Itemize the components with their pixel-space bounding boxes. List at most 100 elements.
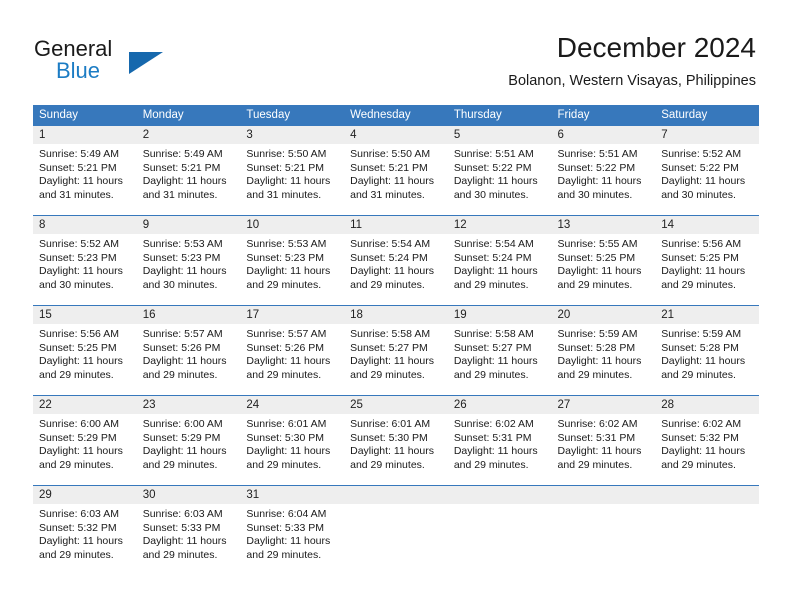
day-cell[interactable]: 5 Sunrise: 5:51 AM Sunset: 5:22 PM Daylight… [447,126,552,216]
daylight-text-line1: Daylight: 11 hours [142,355,227,368]
daylight-text-line1: Daylight: 11 hours [453,265,538,278]
daylight-text-line2: and 29 minutes. [350,368,425,381]
day-cell[interactable]: 24 Sunrise: 6:01 AM Sunset: 5:30 PM Dayligh… [240,395,345,486]
sunrise-text: Sunrise: 5:52 AM [661,148,742,160]
day-number [447,486,552,504]
day-details: Sunrise: 6:02 AM Sunset: 5:32 PM Daylight:… [655,414,759,472]
sunrise-text: Sunrise: 5:53 AM [246,238,327,250]
day-cell[interactable]: 27 Sunrise: 6:02 AM Sunset: 5:31 PM Dayligh… [551,395,656,486]
daylight-text-line2: and 29 minutes. [246,548,322,561]
sunset-text: Sunset: 5:21 PM [246,161,325,174]
day-details: Sunrise: 6:02 AM Sunset: 5:31 PM Daylight:… [448,414,552,472]
daylight-text-line1: Daylight: 11 hours [246,355,331,368]
sunrise-text: Sunrise: 5:58 AM [350,328,431,340]
day-cell[interactable]: 31 Sunrise: 6:04 AM Sunset: 5:33 PM Dayligh… [240,485,345,575]
day-cell[interactable]: 30 Sunrise: 6:03 AM Sunset: 5:33 PM Dayligh… [136,485,241,575]
day-cell[interactable]: 29 Sunrise: 6:03 AM Sunset: 5:32 PM Dayligh… [33,485,137,575]
daylight-text-line2: and 30 minutes. [557,188,633,201]
day-number: 16 [136,306,241,324]
day-details: Sunrise: 6:04 AM Sunset: 5:33 PM Daylight:… [240,504,344,562]
weekday-header-saturday: Saturday [655,105,759,126]
daylight-text-line2: and 29 minutes. [142,548,218,561]
day-details: Sunrise: 5:57 AM Sunset: 5:26 PM Daylight:… [137,324,241,382]
day-details: Sunrise: 6:00 AM Sunset: 5:29 PM Daylight:… [137,414,241,472]
sunrise-text: Sunrise: 5:54 AM [350,238,431,250]
sunset-text: Sunset: 5:24 PM [453,251,532,264]
sunset-text: Sunset: 5:22 PM [557,161,636,174]
day-cell[interactable]: 20 Sunrise: 5:59 AM Sunset: 5:28 PM Dayligh… [551,305,656,396]
daylight-text-line1: Daylight: 11 hours [39,535,123,548]
day-cell[interactable]: 14 Sunrise: 5:56 AM Sunset: 5:25 PM Dayligh… [655,215,759,306]
day-cell[interactable]: 6 Sunrise: 5:51 AM Sunset: 5:22 PM Daylight… [551,126,656,216]
logo-triangle-icon [129,52,163,74]
daylight-text-line1: Daylight: 11 hours [39,175,123,188]
day-cell[interactable]: 18 Sunrise: 5:58 AM Sunset: 5:27 PM Dayligh… [344,305,448,396]
day-cell[interactable]: 12 Sunrise: 5:54 AM Sunset: 5:24 PM Dayligh… [447,215,552,306]
day-cell[interactable]: 7 Sunrise: 5:52 AM Sunset: 5:22 PM Daylight… [655,126,759,216]
weekday-header-row: Sunday Monday Tuesday Wednesday Thursday… [33,105,759,126]
day-cell[interactable]: 16 Sunrise: 5:57 AM Sunset: 5:26 PM Dayligh… [136,305,241,396]
sunset-text: Sunset: 5:26 PM [246,341,325,354]
day-cell[interactable]: 28 Sunrise: 6:02 AM Sunset: 5:32 PM Dayligh… [655,395,759,486]
daylight-text-line2: and 29 minutes. [557,368,633,381]
week-row: 29 Sunrise: 6:03 AM Sunset: 5:32 PM Dayligh… [33,485,759,575]
day-cell[interactable]: 11 Sunrise: 5:54 AM Sunset: 5:24 PM Dayligh… [344,215,448,306]
day-cell[interactable]: 4 Sunrise: 5:50 AM Sunset: 5:21 PM Daylight… [344,126,448,216]
day-cell[interactable]: 21 Sunrise: 5:59 AM Sunset: 5:28 PM Dayligh… [655,305,759,396]
daylight-text-line1: Daylight: 11 hours [39,445,123,458]
sunset-text: Sunset: 5:26 PM [142,341,221,354]
sunset-text: Sunset: 5:30 PM [246,431,325,444]
day-cell[interactable]: 3 Sunrise: 5:50 AM Sunset: 5:21 PM Daylight… [240,126,345,216]
day-cell[interactable]: 25 Sunrise: 6:01 AM Sunset: 5:30 PM Dayligh… [344,395,448,486]
day-cell[interactable]: 23 Sunrise: 6:00 AM Sunset: 5:29 PM Dayligh… [136,395,241,486]
location-subtitle: Bolanon, Western Visayas, Philippines [508,73,756,89]
day-details: Sunrise: 5:56 AM Sunset: 5:25 PM Daylight:… [655,234,759,292]
daylight-text-line2: and 29 minutes. [246,278,322,291]
daylight-text-line1: Daylight: 11 hours [350,355,434,368]
day-number: 20 [551,306,656,324]
sunset-text: Sunset: 5:33 PM [142,521,221,534]
day-cell[interactable]: 26 Sunrise: 6:02 AM Sunset: 5:31 PM Dayligh… [447,395,552,486]
day-details: Sunrise: 6:01 AM Sunset: 5:30 PM Daylight:… [344,414,448,472]
day-details: Sunrise: 5:49 AM Sunset: 5:21 PM Daylight:… [137,144,241,202]
day-cell[interactable]: 15 Sunrise: 5:56 AM Sunset: 5:25 PM Dayligh… [33,305,137,396]
day-number [655,486,759,504]
day-details: Sunrise: 5:54 AM Sunset: 5:24 PM Daylight:… [448,234,552,292]
day-number: 28 [655,396,759,414]
sunset-text: Sunset: 5:30 PM [350,431,428,444]
day-number: 1 [33,126,137,144]
sunset-text: Sunset: 5:28 PM [557,341,636,354]
day-number: 12 [447,216,552,234]
day-cell[interactable]: 19 Sunrise: 5:58 AM Sunset: 5:27 PM Dayligh… [447,305,552,396]
day-details: Sunrise: 5:55 AM Sunset: 5:25 PM Daylight:… [552,234,656,292]
daylight-text-line1: Daylight: 11 hours [557,175,642,188]
day-cell[interactable]: 22 Sunrise: 6:00 AM Sunset: 5:29 PM Dayligh… [33,395,137,486]
day-cell[interactable]: 13 Sunrise: 5:55 AM Sunset: 5:25 PM Dayligh… [551,215,656,306]
day-number: 4 [344,126,448,144]
day-cell[interactable]: 1 Sunrise: 5:49 AM Sunset: 5:21 PM Daylight… [33,126,137,216]
day-cell[interactable]: 9 Sunrise: 5:53 AM Sunset: 5:23 PM Daylight… [136,215,241,306]
day-details: Sunrise: 6:02 AM Sunset: 5:31 PM Daylight:… [552,414,656,472]
daylight-text-line2: and 29 minutes. [453,278,529,291]
day-cell[interactable]: 10 Sunrise: 5:53 AM Sunset: 5:23 PM Dayligh… [240,215,345,306]
general-blue-logo: General Blue [34,36,234,88]
sunrise-text: Sunrise: 5:53 AM [142,238,223,250]
daylight-text-line2: and 31 minutes. [142,188,218,201]
daylight-text-line2: and 29 minutes. [39,368,114,381]
week-row: 22 Sunrise: 6:00 AM Sunset: 5:29 PM Dayligh… [33,395,759,486]
daylight-text-line2: and 29 minutes. [39,548,114,561]
day-details: Sunrise: 5:51 AM Sunset: 5:22 PM Daylight:… [448,144,552,202]
day-number: 2 [136,126,241,144]
daylight-text-line1: Daylight: 11 hours [453,355,538,368]
sunset-text: Sunset: 5:32 PM [39,521,117,534]
sunset-text: Sunset: 5:29 PM [142,431,221,444]
week-row: 15 Sunrise: 5:56 AM Sunset: 5:25 PM Dayligh… [33,305,759,396]
weekday-header-wednesday: Wednesday [344,105,448,126]
day-cell[interactable]: 17 Sunrise: 5:57 AM Sunset: 5:26 PM Dayligh… [240,305,345,396]
day-number: 31 [240,486,345,504]
weekday-header-monday: Monday [136,105,241,126]
day-cell[interactable]: 8 Sunrise: 5:52 AM Sunset: 5:23 PM Daylight… [33,215,137,306]
day-number: 10 [240,216,345,234]
sunrise-sunset-calendar-table: Sunday Monday Tuesday Wednesday Thursday… [33,105,759,575]
day-cell[interactable]: 2 Sunrise: 5:49 AM Sunset: 5:21 PM Daylight… [136,126,241,216]
